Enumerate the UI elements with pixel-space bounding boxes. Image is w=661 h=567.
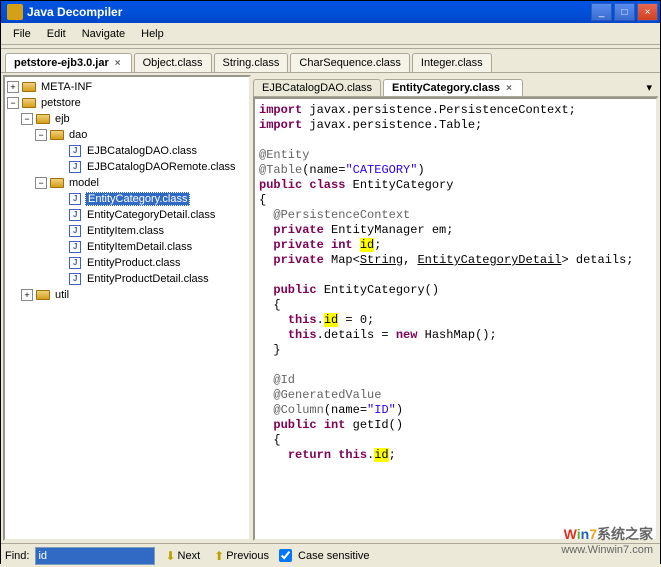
case-sensitive-label: Case sensitive xyxy=(298,550,370,562)
tree-node-entityitem[interactable]: EntityItem.class xyxy=(7,223,247,239)
menu-edit[interactable]: Edit xyxy=(39,26,74,42)
tree-node-ejbcatalogdao[interactable]: EJBCatalogDAO.class xyxy=(7,143,247,159)
top-tab-integer[interactable]: Integer.class xyxy=(412,53,492,72)
top-tab-object[interactable]: Object.class xyxy=(134,53,212,72)
tree-node-metainf[interactable]: +META-INF xyxy=(7,79,247,95)
close-icon[interactable]: × xyxy=(504,83,514,94)
find-label: Find: xyxy=(5,550,29,562)
tree-node-entityproduct[interactable]: EntityProduct.class xyxy=(7,255,247,271)
top-tab-string[interactable]: String.class xyxy=(214,53,289,72)
tree-node-entitycategorydetail[interactable]: EntityCategoryDetail.class xyxy=(7,207,247,223)
tree-node-util[interactable]: +util xyxy=(7,287,247,303)
collapse-icon[interactable]: − xyxy=(35,129,47,141)
tree-node-petstore[interactable]: −petstore xyxy=(7,95,247,111)
top-tab-strip: petstore-ejb3.0.jar× Object.class String… xyxy=(1,49,660,73)
minimize-button[interactable]: _ xyxy=(591,3,612,21)
top-tab-charsequence[interactable]: CharSequence.class xyxy=(290,53,410,72)
editor-tab-ejbcatalogdao[interactable]: EJBCatalogDAO.class xyxy=(253,79,381,96)
maximize-button[interactable]: □ xyxy=(614,3,635,21)
expand-icon[interactable]: + xyxy=(7,81,19,93)
tree-node-entitycategory[interactable]: EntityCategory.class xyxy=(7,191,247,207)
case-sensitive-checkbox[interactable] xyxy=(279,549,292,562)
titlebar: Java Decompiler _ □ × xyxy=(1,1,660,23)
app-icon xyxy=(7,4,23,20)
code-editor[interactable]: import javax.persistence.PersistenceCont… xyxy=(253,97,658,541)
menu-file[interactable]: File xyxy=(5,26,39,42)
menu-navigate[interactable]: Navigate xyxy=(74,26,133,42)
menu-help[interactable]: Help xyxy=(133,26,172,42)
arrow-up-icon: ⬆ xyxy=(214,549,224,563)
arrow-down-icon: ⬇ xyxy=(165,549,175,563)
find-next-button[interactable]: ⬇Next xyxy=(161,547,204,565)
find-previous-button[interactable]: ⬆Previous xyxy=(210,547,273,565)
editor-menu-icon[interactable]: ▾ xyxy=(640,79,658,96)
collapse-icon[interactable]: − xyxy=(21,113,33,125)
collapse-icon[interactable]: − xyxy=(7,97,19,109)
tree-node-model[interactable]: −model xyxy=(7,175,247,191)
tree-node-dao[interactable]: −dao xyxy=(7,127,247,143)
editor-tab-entitycategory[interactable]: EntityCategory.class× xyxy=(383,79,523,96)
tree-node-ejb[interactable]: −ejb xyxy=(7,111,247,127)
window-title: Java Decompiler xyxy=(27,5,591,19)
collapse-icon[interactable]: − xyxy=(35,177,47,189)
close-button[interactable]: × xyxy=(637,3,658,21)
find-bar: Find: ⬇Next ⬆Previous Case sensitive xyxy=(1,543,660,567)
editor-tab-strip: EJBCatalogDAO.class EntityCategory.class… xyxy=(253,75,658,97)
close-icon[interactable]: × xyxy=(113,58,123,69)
menubar: File Edit Navigate Help xyxy=(1,23,660,45)
tree-node-entityitemdetail[interactable]: EntityItemDetail.class xyxy=(7,239,247,255)
top-tab-petstore[interactable]: petstore-ejb3.0.jar× xyxy=(5,53,132,72)
tree-node-ejbcatalogdaoremote[interactable]: EJBCatalogDAORemote.class xyxy=(7,159,247,175)
find-input[interactable] xyxy=(35,547,155,565)
tree-pane[interactable]: +META-INF −petstore −ejb −dao EJBCatalog… xyxy=(3,75,251,541)
tree-node-entityproductdetail[interactable]: EntityProductDetail.class xyxy=(7,271,247,287)
expand-icon[interactable]: + xyxy=(21,289,33,301)
